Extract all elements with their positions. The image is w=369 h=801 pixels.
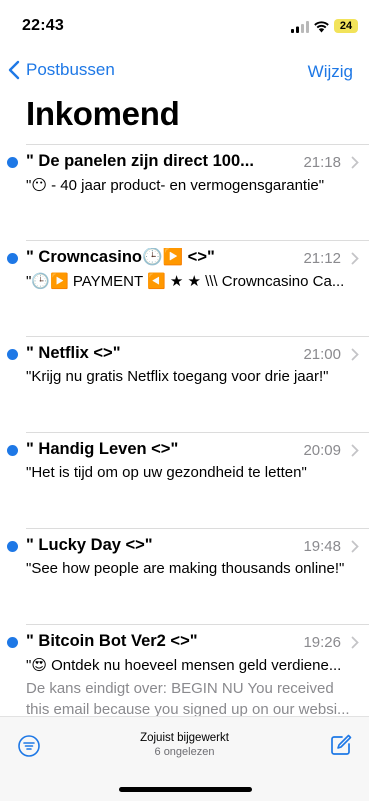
message-sender: " Handig Leven <>" — [26, 440, 179, 458]
signal-icon — [291, 21, 309, 33]
message-time: 21:00 — [303, 346, 341, 363]
row-divider — [26, 624, 369, 625]
row-divider — [26, 336, 369, 337]
status-time: 22:43 — [22, 17, 64, 34]
message-sender: " Netflix <>" — [26, 344, 121, 362]
message-subject: "Het is tijd om op uw gezondheid te lett… — [26, 464, 307, 481]
chevron-right-icon — [351, 156, 359, 169]
chevron-right-icon — [351, 636, 359, 649]
list-item[interactable]: " Bitcoin Bot Ver2 <>" 19:26 "😍 Ontdek n… — [0, 624, 369, 718]
page-title: Inkomend — [26, 95, 180, 132]
message-sender: " De panelen zijn direct 100... — [26, 152, 254, 170]
status-bar: 22:43 24 — [0, 0, 369, 50]
message-subject: "Krijg nu gratis Netflix toegang voor dr… — [26, 368, 329, 385]
message-sender: " Lucky Day <>" — [26, 536, 153, 554]
message-subject: "🕒▶️ PAYMENT ◀️ ★ ★ \\\ Crowncasino Ca..… — [26, 273, 345, 290]
list-item[interactable]: " Netflix <>" 21:00 "Krijg nu gratis Net… — [0, 336, 369, 432]
unread-dot — [7, 637, 18, 648]
row-divider — [26, 240, 369, 241]
message-time: 20:09 — [303, 442, 341, 459]
message-time: 21:12 — [303, 250, 341, 267]
unread-dot — [7, 541, 18, 552]
edit-button[interactable]: Wijzig — [308, 62, 353, 82]
chevron-right-icon — [351, 444, 359, 457]
list-item[interactable]: " De panelen zijn direct 100... 21:18 "😶… — [0, 144, 369, 240]
home-indicator[interactable] — [119, 787, 252, 792]
message-preview: De kans eindigt over: BEGIN NU You recei… — [26, 680, 350, 718]
message-sender: " Bitcoin Bot Ver2 <>" — [26, 632, 198, 650]
message-subject: "😍 Ontdek nu hoeveel mensen geld verdien… — [26, 657, 342, 674]
unread-dot — [7, 445, 18, 456]
wifi-icon — [314, 21, 329, 33]
message-subject: "😶 - 40 jaar product- en vermogensgarant… — [26, 177, 325, 194]
nav-bar: Postbussen Wijzig — [0, 56, 369, 88]
list-item[interactable]: " Lucky Day <>" 19:48 "See how people ar… — [0, 528, 369, 624]
row-divider — [26, 144, 369, 145]
message-time: 19:48 — [303, 538, 341, 555]
message-subject: "See how people are making thousands onl… — [26, 560, 345, 577]
row-divider — [26, 528, 369, 529]
message-time: 21:18 — [303, 154, 341, 171]
mailbox-status: Zojuist bijgewerkt 6 ongelezen — [0, 732, 369, 758]
chevron-right-icon — [351, 348, 359, 361]
compose-icon[interactable] — [329, 733, 353, 757]
unread-dot — [7, 349, 18, 360]
back-button[interactable]: Postbussen — [8, 60, 115, 80]
chevron-left-icon — [8, 60, 20, 80]
row-divider — [26, 432, 369, 433]
battery-icon: 24 — [334, 19, 358, 33]
message-time: 19:26 — [303, 634, 341, 651]
status-unread-count: 6 ongelezen — [154, 746, 215, 758]
message-sender: " Crowncasino🕒▶️ <>" — [26, 248, 215, 266]
status-updated: Zojuist bijgewerkt — [140, 732, 229, 744]
unread-dot — [7, 157, 18, 168]
chevron-right-icon — [351, 540, 359, 553]
list-item[interactable]: " Crowncasino🕒▶️ <>" 21:12 "🕒▶️ PAYMENT … — [0, 240, 369, 336]
chevron-right-icon — [351, 252, 359, 265]
unread-dot — [7, 253, 18, 264]
back-button-label: Postbussen — [26, 60, 115, 79]
list-item[interactable]: " Handig Leven <>" 20:09 "Het is tijd om… — [0, 432, 369, 528]
